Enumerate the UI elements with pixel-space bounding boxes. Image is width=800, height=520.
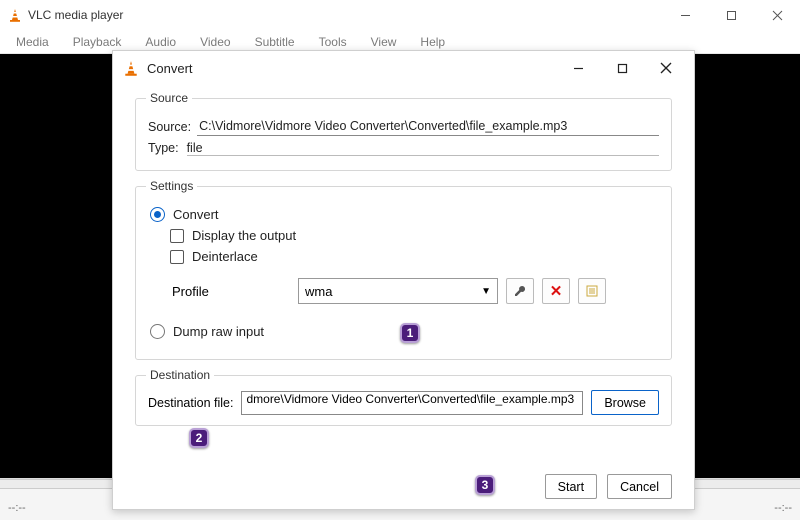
browse-button[interactable]: Browse	[591, 390, 659, 415]
x-icon: ✕	[550, 282, 563, 300]
new-profile-icon	[585, 284, 599, 298]
main-titlebar: VLC media player	[0, 0, 800, 30]
annotation-marker-3: 3	[475, 475, 495, 495]
cancel-button[interactable]: Cancel	[607, 474, 672, 499]
type-value: file	[187, 141, 203, 155]
profile-dropdown[interactable]: wma ▼	[298, 278, 498, 304]
new-profile-button[interactable]	[578, 278, 606, 304]
dialog-title: Convert	[147, 61, 556, 76]
profile-label: Profile	[172, 284, 292, 299]
dialog-titlebar[interactable]: Convert	[113, 51, 694, 85]
chevron-down-icon: ▼	[481, 286, 491, 297]
main-maximize-button[interactable]	[708, 0, 754, 30]
type-label: Type:	[148, 141, 179, 155]
source-value: C:\Vidmore\Vidmore Video Converter\Conve…	[197, 117, 659, 136]
profile-selected-value: wma	[305, 284, 332, 299]
type-value-line: file	[187, 140, 659, 156]
dialog-minimize-button[interactable]	[556, 53, 600, 83]
dump-raw-label: Dump raw input	[173, 324, 264, 339]
radio-dot-icon	[150, 324, 165, 339]
destination-group: Destination Destination file: dmore\Vidm…	[135, 368, 672, 426]
main-window-title: VLC media player	[28, 8, 662, 22]
destination-legend: Destination	[146, 368, 214, 382]
checkbox-icon	[170, 229, 184, 243]
display-output-checkbox[interactable]: Display the output	[170, 228, 659, 243]
deinterlace-label: Deinterlace	[192, 249, 258, 264]
annotation-marker-2: 2	[189, 428, 209, 448]
main-close-button[interactable]	[754, 0, 800, 30]
settings-legend: Settings	[146, 179, 197, 193]
deinterlace-checkbox[interactable]: Deinterlace	[170, 249, 659, 264]
checkbox-icon	[170, 250, 184, 264]
time-elapsed: --:--	[8, 502, 26, 514]
vlc-cone-icon	[8, 8, 22, 22]
annotation-marker-1: 1	[400, 323, 420, 343]
dialog-close-button[interactable]	[644, 53, 688, 83]
time-total: --:--	[774, 502, 792, 514]
main-minimize-button[interactable]	[662, 0, 708, 30]
convert-radio[interactable]: Convert	[150, 207, 659, 222]
start-button[interactable]: Start	[545, 474, 597, 499]
radio-dot-icon	[150, 207, 165, 222]
destination-file-input[interactable]: dmore\Vidmore Video Converter\Converted\…	[241, 391, 583, 415]
vlc-cone-icon	[123, 60, 139, 76]
convert-dialog: Convert Source Source: C:\Vidmore\Vidmor…	[112, 50, 695, 510]
source-legend: Source	[146, 91, 192, 105]
dialog-maximize-button[interactable]	[600, 53, 644, 83]
convert-radio-label: Convert	[173, 207, 219, 222]
display-output-label: Display the output	[192, 228, 296, 243]
delete-profile-button[interactable]: ✕	[542, 278, 570, 304]
edit-profile-button[interactable]	[506, 278, 534, 304]
menu-media[interactable]: Media	[4, 31, 61, 53]
source-group: Source Source: C:\Vidmore\Vidmore Video …	[135, 91, 672, 171]
wrench-icon	[513, 284, 527, 298]
source-label: Source:	[148, 120, 191, 134]
destination-file-label: Destination file:	[148, 396, 233, 410]
